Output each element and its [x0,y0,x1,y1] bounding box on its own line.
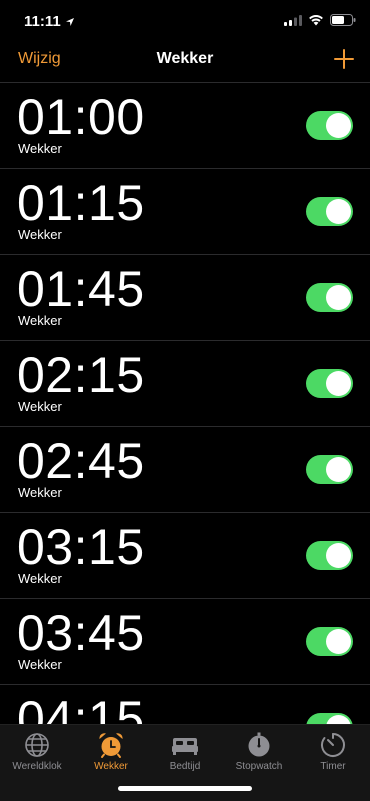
navigation-bar: Wijzig Wekker [0,44,370,84]
tab-label: Wekker [94,761,128,772]
stopwatch-icon [248,732,270,757]
alarm-toggle[interactable] [306,197,353,226]
tab-world-clock[interactable]: Wereldklok [0,731,74,772]
bed-icon [172,738,198,755]
timer-icon [321,733,345,757]
alarm-time: 03:15 [17,519,145,575]
alarm-row[interactable]: 01:45 Wekker [0,254,370,340]
alarm-row[interactable]: 02:45 Wekker [0,426,370,512]
globe-icon [25,733,49,757]
status-time: 11:11 [24,13,61,30]
alarm-row[interactable]: 01:15 Wekker [0,168,370,254]
alarm-toggle[interactable] [306,541,353,570]
tab-label: Timer [320,761,346,772]
page-title: Wekker [156,50,214,67]
tab-alarm[interactable]: Wekker [74,731,148,772]
alarm-row[interactable]: 01:00 Wekker [0,82,370,168]
tab-bedtime[interactable]: Bedtijd [148,731,222,772]
alarm-label: Wekker [18,657,62,672]
alarm-time: 01:00 [17,89,145,145]
tab-stopwatch[interactable]: Stopwatch [222,731,296,772]
cellular-signal-icon [284,14,302,26]
alarm-time: 01:15 [17,175,145,231]
alarm-toggle[interactable] [306,455,353,484]
alarm-row[interactable]: 02:15 Wekker [0,340,370,426]
wifi-icon [309,15,323,26]
status-indicators [284,14,356,26]
alarm-label: Wekker [18,141,62,156]
location-arrow-icon [65,17,74,26]
alarm-label: Wekker [18,571,62,586]
alarm-time: 03:45 [17,605,145,661]
tab-label: Stopwatch [235,761,283,772]
home-indicator[interactable] [118,786,252,791]
alarm-label: Wekker [18,313,62,328]
alarm-label: Wekker [18,485,62,500]
tab-timer[interactable]: Timer [296,731,370,772]
alarm-toggle[interactable] [306,111,353,140]
tab-label: Bedtijd [169,761,201,772]
alarm-time: 01:45 [17,261,145,317]
alarm-toggle[interactable] [306,369,353,398]
alarm-toggle[interactable] [306,283,353,312]
tab-label: Wereldklok [12,761,62,772]
alarm-toggle[interactable] [306,627,353,656]
status-time-wrap: 11:11 [24,13,75,30]
alarm-row[interactable]: 03:15 Wekker [0,512,370,598]
alarm-list: 01:00 Wekker 01:15 Wekker 01:45 Wekker 0… [0,82,370,770]
battery-icon [330,14,356,26]
alarm-row[interactable]: 03:45 Wekker [0,598,370,684]
add-alarm-button[interactable] [332,47,356,71]
alarm-label: Wekker [18,399,62,414]
status-bar: 11:11 [0,0,370,44]
alarm-clock-icon [99,733,123,758]
alarm-label: Wekker [18,227,62,242]
alarm-time: 02:45 [17,433,145,489]
alarm-time: 02:15 [17,347,145,403]
